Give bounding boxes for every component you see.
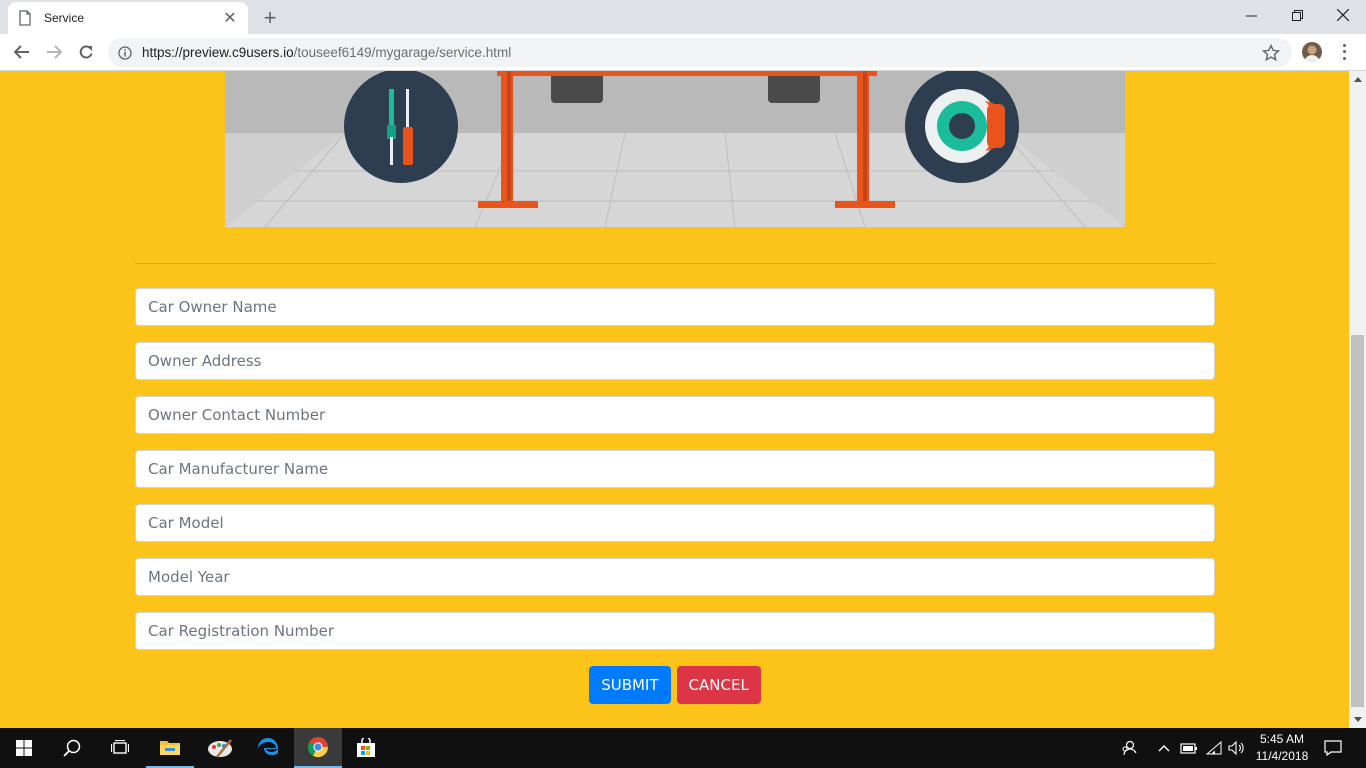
submit-button[interactable]: SUBMIT — [589, 666, 671, 704]
taskbar-clock[interactable]: 5:45 AM 11/4/2018 — [1246, 731, 1318, 765]
forward-arrow-icon[interactable] — [42, 40, 66, 64]
car-owner-name-input[interactable] — [135, 288, 1215, 326]
scrollbar-thumb[interactable] — [1351, 335, 1364, 707]
cancel-button[interactable]: CANCEL — [676, 666, 761, 704]
people-icon[interactable] — [1118, 728, 1140, 768]
search-icon[interactable] — [48, 728, 96, 768]
battery-icon[interactable] — [1178, 728, 1200, 768]
close-window-icon[interactable] — [1320, 0, 1366, 30]
file-explorer-icon[interactable] — [146, 728, 194, 768]
wifi-icon[interactable] — [1204, 728, 1224, 768]
car-registration-number-input[interactable] — [135, 612, 1215, 650]
browser-toolbar: https://preview.c9users.io/touseef6149/m… — [0, 34, 1366, 71]
service-form: SUBMIT CANCEL — [135, 288, 1215, 704]
profile-avatar[interactable] — [1302, 42, 1322, 62]
bookmark-star-icon[interactable] — [1262, 44, 1280, 62]
car-manufacturer-name-input[interactable] — [135, 450, 1215, 488]
url-host: https://preview.c9users.io — [142, 45, 294, 60]
info-icon[interactable] — [118, 45, 132, 60]
windows-taskbar: 5:45 AM 11/4/2018 — [0, 728, 1366, 768]
back-arrow-icon[interactable] — [10, 40, 34, 64]
page-scrollbar[interactable] — [1349, 71, 1366, 728]
action-center-icon[interactable] — [1320, 728, 1346, 768]
chrome-menu-icon[interactable] — [1338, 42, 1350, 62]
form-actions: SUBMIT CANCEL — [135, 666, 1215, 704]
browser-tab-strip: Service ✕ + — [0, 0, 1366, 34]
volume-icon[interactable] — [1226, 728, 1248, 768]
page-viewport: SUBMIT CANCEL — [0, 71, 1349, 728]
scroll-down-arrow-icon[interactable] — [1349, 711, 1366, 728]
task-view-icon[interactable] — [96, 728, 144, 768]
tab-close-icon[interactable]: ✕ — [222, 8, 238, 28]
address-bar[interactable]: https://preview.c9users.io/touseef6149/m… — [108, 38, 1292, 67]
model-year-input[interactable] — [135, 558, 1215, 596]
paint-icon[interactable] — [196, 728, 244, 768]
clock-time: 5:45 AM — [1259, 732, 1305, 746]
scroll-up-arrow-icon[interactable] — [1349, 71, 1366, 88]
clock-date: 11/4/2018 — [1255, 749, 1309, 763]
edge-icon[interactable] — [244, 728, 292, 768]
owner-address-input[interactable] — [135, 342, 1215, 380]
new-tab-icon[interactable]: + — [258, 5, 282, 31]
show-hidden-icons-chevron-icon[interactable] — [1154, 728, 1174, 768]
owner-contact-number-input[interactable] — [135, 396, 1215, 434]
minimize-icon[interactable] — [1228, 0, 1274, 30]
store-icon[interactable] — [342, 728, 390, 768]
chrome-icon[interactable] — [294, 728, 342, 768]
document-icon — [19, 10, 31, 26]
car-model-input[interactable] — [135, 504, 1215, 542]
windows-start-icon[interactable] — [0, 728, 48, 768]
restore-icon[interactable] — [1274, 0, 1320, 30]
reload-icon[interactable] — [74, 40, 98, 64]
url-path: /touseef6149/mygarage/service.html — [293, 45, 512, 60]
browser-tab[interactable]: Service ✕ — [8, 2, 248, 34]
garage-hero-illustration — [225, 71, 1125, 227]
tab-title: Service — [44, 11, 85, 25]
section-divider — [135, 263, 1215, 264]
